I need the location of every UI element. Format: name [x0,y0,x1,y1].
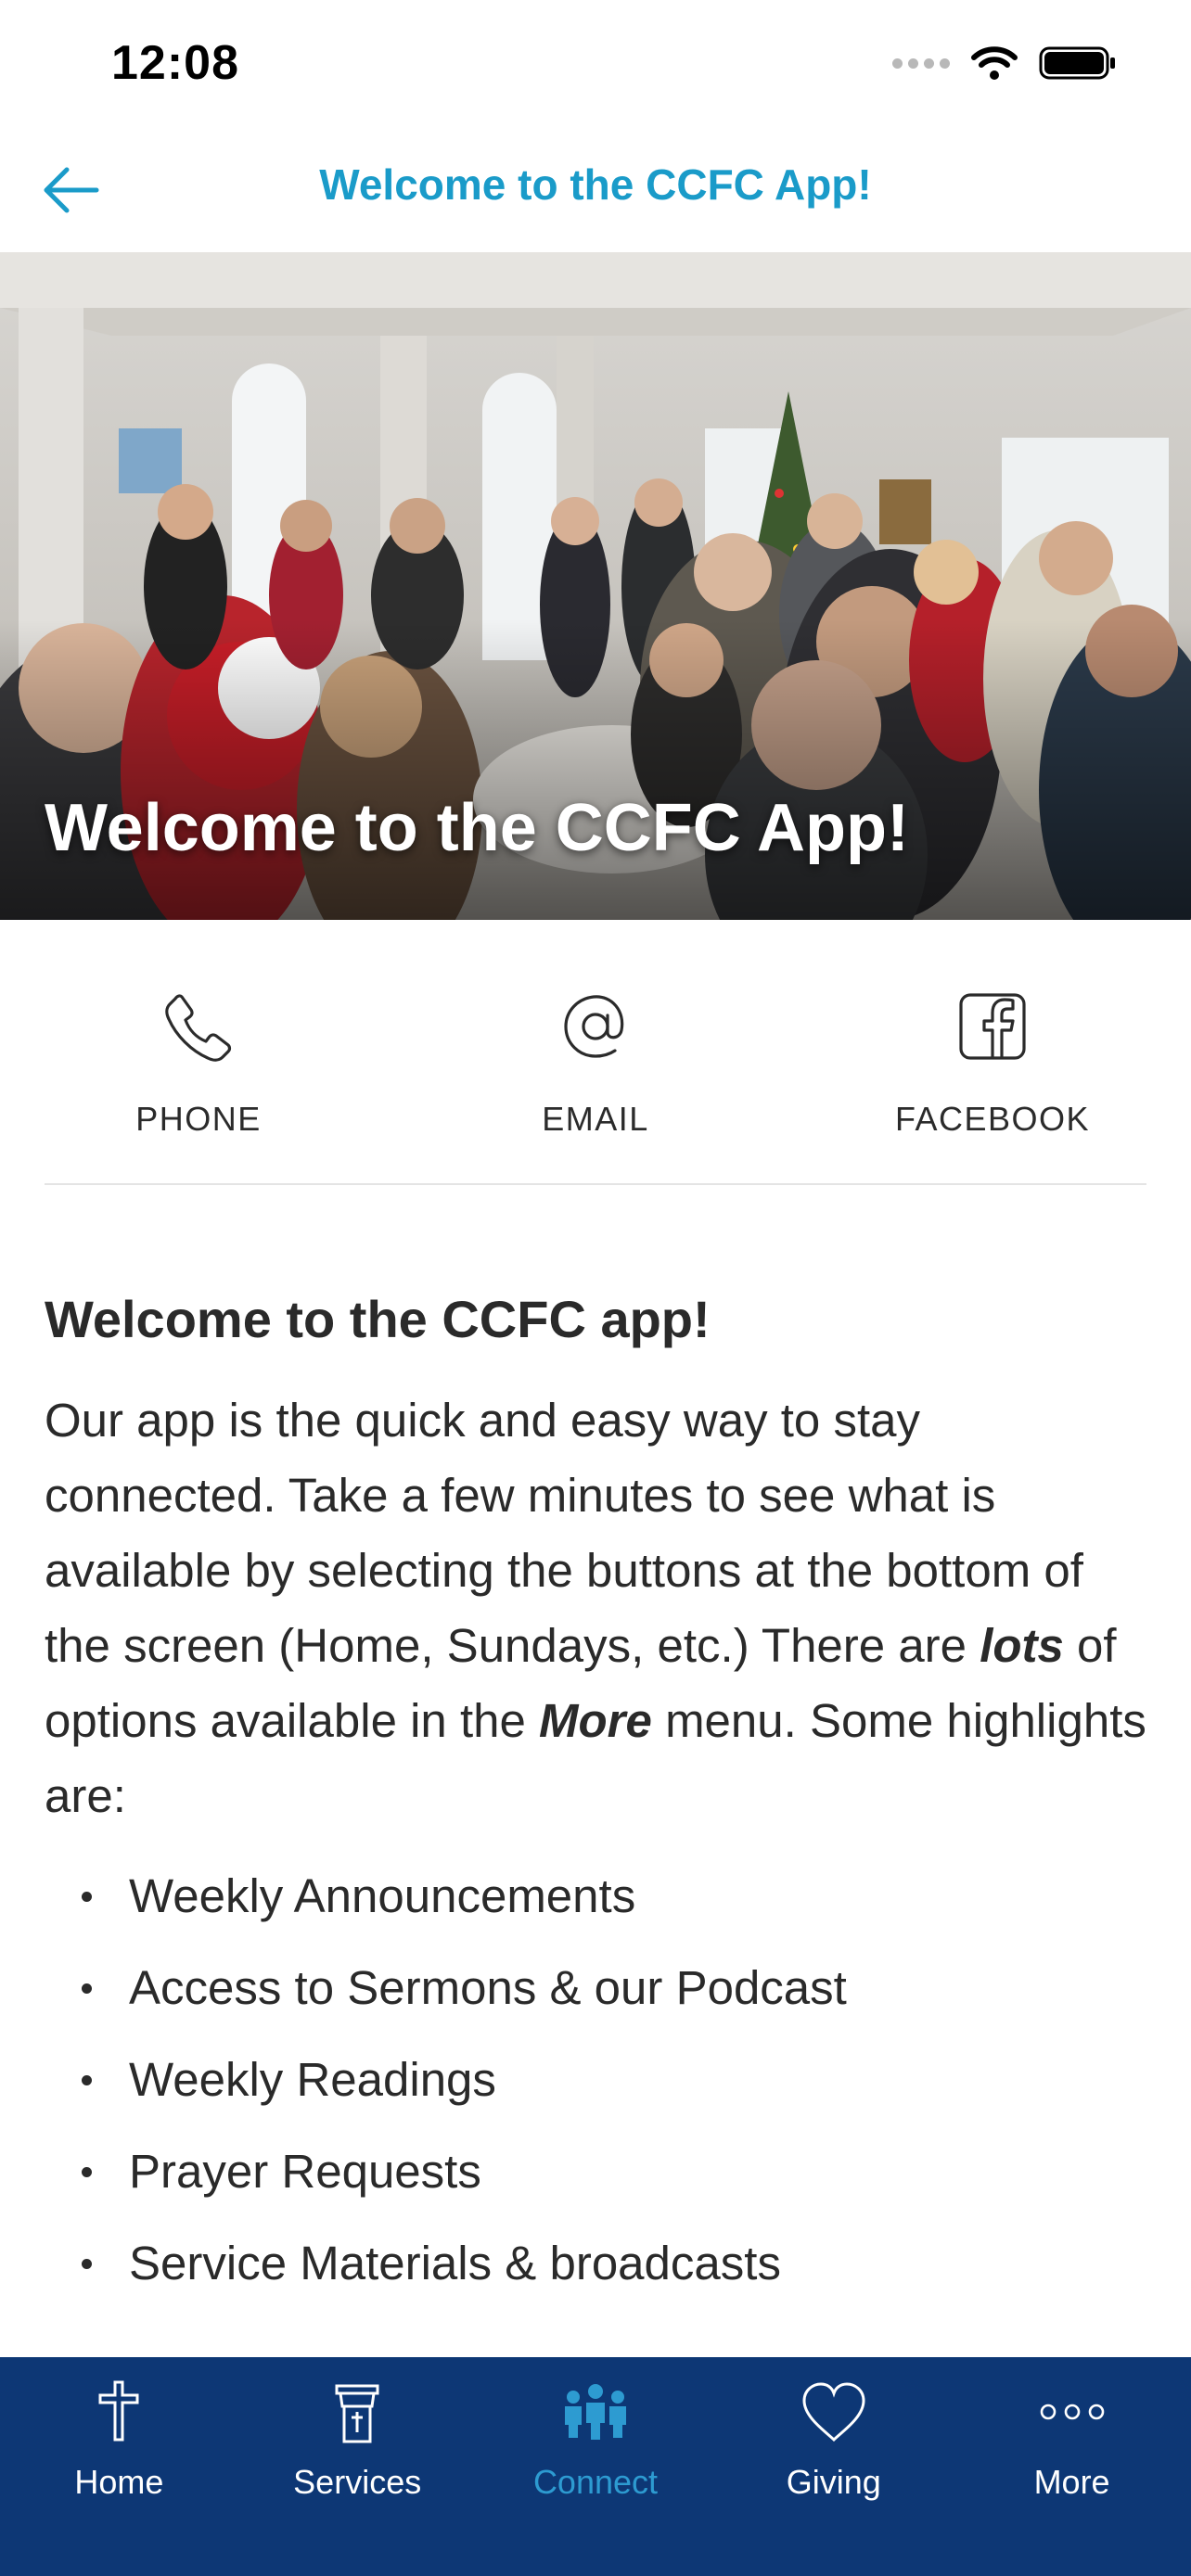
facebook-button[interactable]: FACEBOOK [794,920,1191,1184]
hero-caption: Welcome to the CCFC App! [45,791,909,865]
hero-image: Welcome to the CCFC App! [0,252,1191,920]
status-time: 12:08 [111,36,239,90]
status-icons [892,45,1117,82]
page-title: Welcome to the CCFC App! [319,160,872,209]
contact-row: PHONE EMAIL FACEBOOK [0,920,1191,1184]
cross-icon [77,2370,160,2454]
tab-bar: Home Services Connect Giving More [0,2357,1191,2576]
email-button[interactable]: EMAIL [397,920,794,1184]
article-heading: Welcome to the CCFC app! [45,1290,711,1348]
list-item: Prayer Requests [45,2125,1158,2217]
article-content: Welcome to the CCFC app! Our app is the … [45,1289,1158,2309]
tab-services[interactable]: Services [238,2357,477,2576]
more-dots-icon [1031,2370,1114,2454]
list-item: Weekly Readings [45,2034,1158,2125]
highlights-list: Weekly Announcements Access to Sermons &… [45,1850,1158,2309]
tab-giving[interactable]: Giving [714,2357,953,2576]
article-intro: Our app is the quick and easy way to sta… [45,1383,1158,1833]
pulpit-icon [315,2370,399,2454]
facebook-icon [951,985,1034,1068]
tab-giving-label: Giving [786,2463,881,2501]
status-bar: 12:08 [0,0,1191,130]
tab-home-label: Home [74,2463,164,2501]
cellular-signal-icon [892,57,950,69]
nav-bar: Welcome to the CCFC App! [0,130,1191,252]
facebook-label: FACEBOOK [894,1100,1091,1138]
list-item: Service Materials & broadcasts [45,2217,1158,2309]
phone-button[interactable]: PHONE [0,920,397,1184]
heart-icon [792,2370,876,2454]
tab-more[interactable]: More [953,2357,1191,2576]
people-icon [554,2370,637,2454]
tab-more-label: More [1033,2463,1110,2501]
wifi-icon [971,46,1018,80]
intro-text-1: Our app is the quick and easy way to sta… [45,1394,1083,1672]
tab-home[interactable]: Home [0,2357,238,2576]
tab-services-label: Services [293,2463,422,2501]
divider [45,1183,1146,1185]
email-label: EMAIL [542,1100,649,1138]
intro-emphasis-lots: lots [980,1619,1064,1672]
list-item: Access to Sermons & our Podcast [45,1942,1158,2034]
tab-connect-label: Connect [532,2463,659,2501]
phone-icon [157,985,240,1068]
tab-connect[interactable]: Connect [477,2357,715,2576]
phone-label: PHONE [135,1100,262,1138]
at-sign-icon [554,985,637,1068]
intro-emphasis-more: More [539,1694,652,1747]
list-item: Weekly Announcements [45,1850,1158,1942]
battery-icon [1039,46,1115,80]
